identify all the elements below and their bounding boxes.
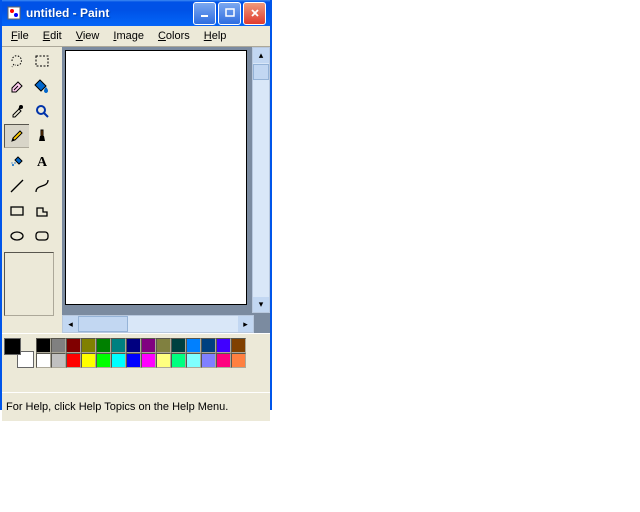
status-bar: For Help, click Help Topics on the Help … (2, 392, 270, 421)
menu-view[interactable]: View (69, 28, 107, 44)
polygon-tool[interactable] (29, 199, 55, 223)
fill-tool[interactable] (29, 74, 55, 98)
scroll-down-icon[interactable]: ▾ (253, 297, 269, 312)
close-button[interactable] (243, 2, 266, 25)
color-swatch[interactable] (66, 338, 81, 353)
color-swatch[interactable] (51, 353, 66, 368)
color-swatch[interactable] (96, 338, 111, 353)
curve-tool[interactable] (29, 174, 55, 198)
scroll-right-icon[interactable]: ▸ (238, 316, 253, 332)
color-swatch[interactable] (141, 338, 156, 353)
paint-window: untitled - Paint File Edit View Image Co… (0, 0, 272, 410)
minimize-button[interactable] (193, 2, 216, 25)
color-swatch[interactable] (51, 338, 66, 353)
window-title: untitled - Paint (26, 6, 193, 20)
app-icon (6, 5, 22, 21)
color-swatch[interactable] (201, 338, 216, 353)
color-swatch[interactable] (186, 338, 201, 353)
color-swatch[interactable] (66, 353, 81, 368)
menu-file[interactable]: File (4, 28, 36, 44)
vertical-scrollbar[interactable]: ▴ ▾ (252, 47, 270, 313)
current-colors[interactable] (4, 338, 34, 368)
color-swatch[interactable] (216, 338, 231, 353)
color-swatch[interactable] (231, 353, 246, 368)
color-swatch[interactable] (216, 353, 231, 368)
pick-color-tool[interactable] (4, 99, 30, 123)
maximize-button[interactable] (218, 2, 241, 25)
color-swatch[interactable] (156, 338, 171, 353)
round-rect-tool[interactable] (29, 224, 55, 248)
eraser-tool[interactable] (4, 74, 30, 98)
tool-options (4, 252, 54, 316)
text-tool[interactable]: A (29, 149, 55, 173)
color-swatch[interactable] (111, 338, 126, 353)
menu-edit[interactable]: Edit (36, 28, 69, 44)
titlebar[interactable]: untitled - Paint (2, 0, 270, 26)
brush-tool[interactable] (29, 124, 55, 148)
toolbox: A (2, 47, 62, 333)
menu-image[interactable]: Image (106, 28, 151, 44)
color-swatch[interactable] (171, 353, 186, 368)
color-swatch[interactable] (81, 338, 96, 353)
color-swatch[interactable] (36, 338, 51, 353)
rect-select-tool[interactable] (29, 49, 55, 73)
color-palette (2, 333, 270, 392)
canvas[interactable] (65, 50, 247, 305)
color-swatch[interactable] (36, 353, 51, 368)
pencil-tool[interactable] (4, 124, 30, 148)
menubar: File Edit View Image Colors Help (2, 26, 270, 47)
color-swatch[interactable] (126, 338, 141, 353)
vscroll-thumb[interactable] (253, 64, 269, 80)
free-select-tool[interactable] (4, 49, 30, 73)
line-tool[interactable] (4, 174, 30, 198)
color-swatch[interactable] (111, 353, 126, 368)
color-swatch[interactable] (186, 353, 201, 368)
color-swatch[interactable] (171, 338, 186, 353)
menu-colors[interactable]: Colors (151, 28, 197, 44)
color-swatch[interactable] (141, 353, 156, 368)
color-swatch[interactable] (81, 353, 96, 368)
magnifier-tool[interactable] (29, 99, 55, 123)
color-swatch[interactable] (201, 353, 216, 368)
color-swatch[interactable] (156, 353, 171, 368)
scroll-up-icon[interactable]: ▴ (253, 48, 269, 63)
foreground-color[interactable] (4, 338, 21, 355)
status-text: For Help, click Help Topics on the Help … (6, 401, 228, 413)
svg-text:A: A (37, 155, 48, 169)
ellipse-tool[interactable] (4, 224, 30, 248)
scroll-left-icon[interactable]: ◂ (63, 316, 78, 332)
hscroll-thumb[interactable] (78, 316, 128, 332)
horizontal-scrollbar[interactable]: ◂ ▸ (62, 315, 254, 333)
canvas-area: ▴ ▾ ◂ ▸ (62, 47, 270, 333)
color-swatch[interactable] (231, 338, 246, 353)
rectangle-tool[interactable] (4, 199, 30, 223)
color-swatch[interactable] (126, 353, 141, 368)
color-swatch[interactable] (96, 353, 111, 368)
menu-help[interactable]: Help (197, 28, 234, 44)
airbrush-tool[interactable] (4, 149, 30, 173)
